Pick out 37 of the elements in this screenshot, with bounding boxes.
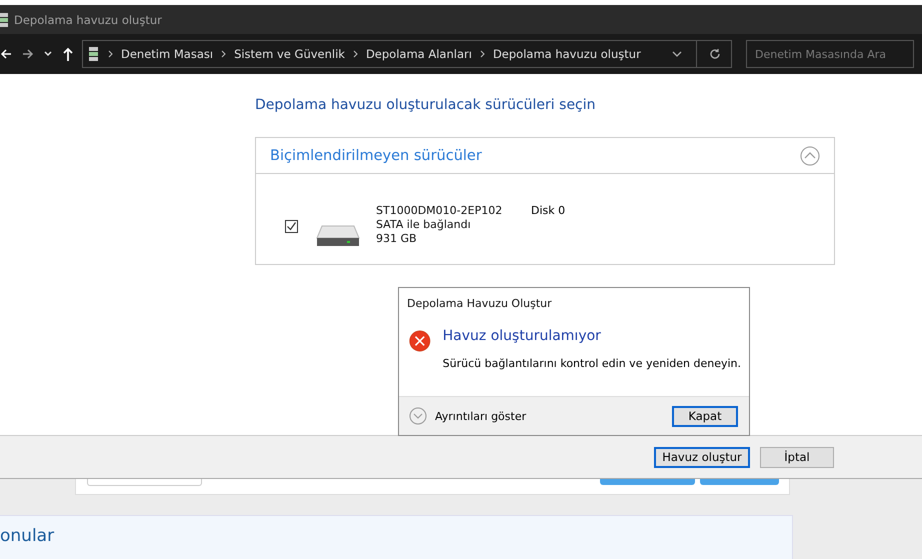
breadcrumb-item[interactable]: Denetim Masası bbox=[121, 47, 214, 61]
breadcrumb-item[interactable]: Depolama Alanları bbox=[366, 47, 472, 61]
forward-icon[interactable] bbox=[22, 48, 34, 60]
error-message: Havuz oluşturulamıyor bbox=[442, 328, 602, 344]
hard-drive-icon bbox=[316, 224, 360, 248]
drive-name: ST1000DM010-2EP102 bbox=[376, 204, 504, 218]
details-toggle[interactable]: Ayrıntıları göster bbox=[409, 407, 526, 425]
chevron-right-icon bbox=[221, 50, 226, 58]
storage-icon bbox=[89, 46, 98, 62]
disk-label: Disk 0 bbox=[531, 204, 566, 218]
expand-icon bbox=[409, 407, 427, 425]
up-arrow-icon[interactable] bbox=[62, 47, 74, 61]
chevron-down-icon[interactable] bbox=[672, 51, 682, 57]
breadcrumb-item[interactable]: Sistem ve Güvenlik bbox=[234, 47, 345, 61]
section-title: onular bbox=[0, 525, 56, 546]
text-field[interactable] bbox=[87, 479, 202, 486]
window-title: Depolama havuzu oluştur bbox=[14, 12, 162, 26]
breadcrumb-item[interactable]: Depolama havuzu oluştur bbox=[492, 47, 641, 61]
drive-size: 931 GB bbox=[376, 232, 418, 246]
back-icon[interactable] bbox=[0, 48, 12, 60]
storage-icon bbox=[0, 12, 8, 26]
drive-connection: SATA ile bağlandı bbox=[376, 218, 472, 232]
group-title: Biçimlendirilmeyen sürücüler bbox=[270, 148, 482, 164]
checkbox[interactable] bbox=[285, 220, 298, 233]
collapse-icon[interactable] bbox=[800, 146, 820, 166]
dialog-title: Depolama Havuzu Oluştur bbox=[407, 297, 553, 310]
chevron-right-icon bbox=[352, 50, 358, 58]
refresh-icon[interactable] bbox=[709, 48, 721, 60]
footer-button[interactable]: Havuz oluştur bbox=[654, 446, 750, 468]
chevron-right-icon bbox=[480, 50, 485, 58]
chevron-right-icon bbox=[108, 50, 113, 58]
error-detail: Sürücü bağlantılarını kontrol edin ve yeniden deneyin. bbox=[442, 357, 741, 370]
close-button[interactable]: Kapat bbox=[672, 406, 738, 426]
page-heading: Depolama havuzu oluşturulacak sürücüleri seçin bbox=[255, 97, 597, 115]
address-bar[interactable]: Denetim Masası Sistem ve Güvenlik Depolama Alanları Depolama havuzu oluştur bbox=[82, 40, 732, 68]
search-field[interactable]: Denetim Masasında Ara bbox=[746, 40, 914, 68]
footer-button[interactable]: İptal bbox=[760, 446, 834, 468]
